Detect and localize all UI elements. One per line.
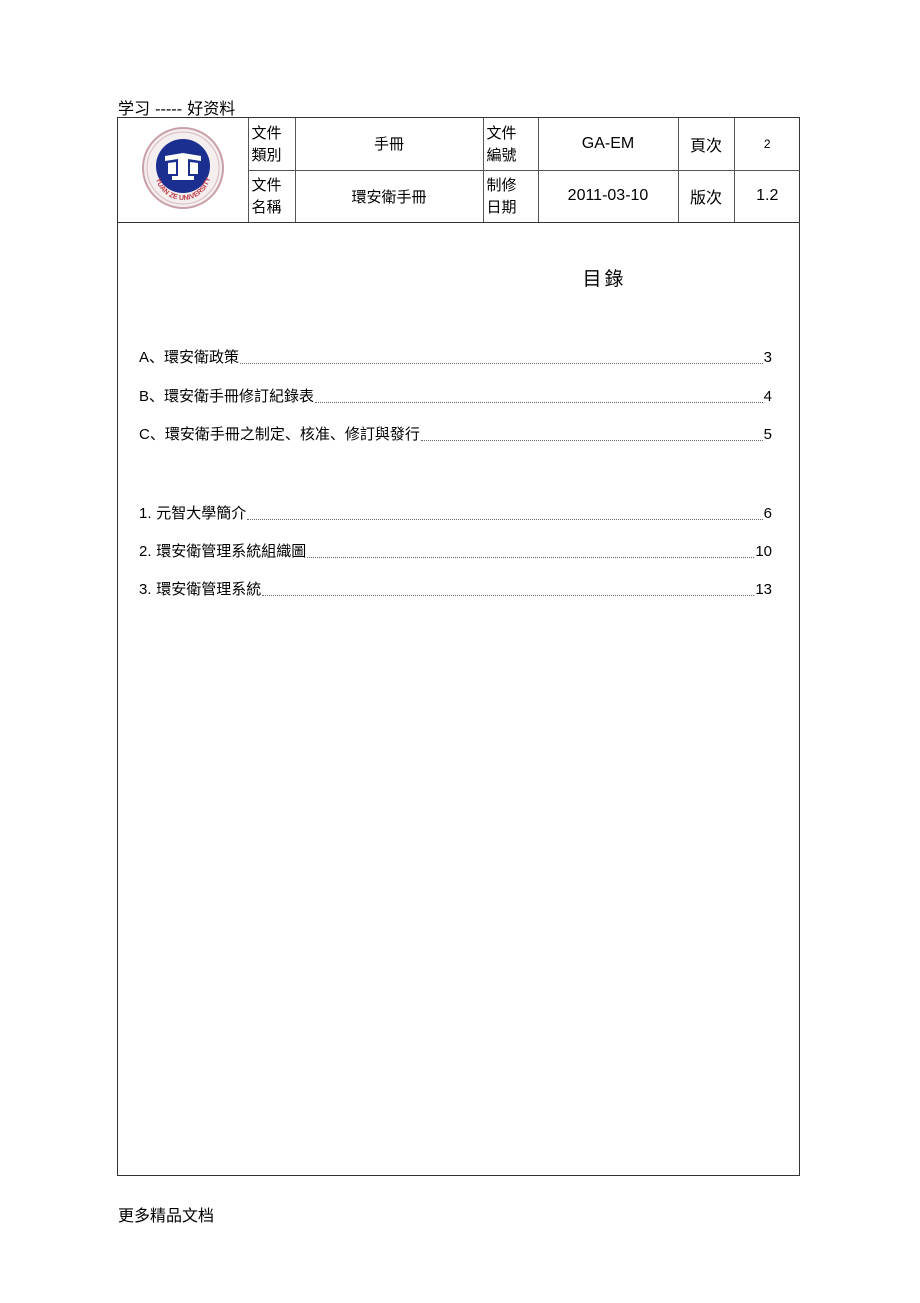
toc-item[interactable]: 1. 元智大學簡介 6 — [139, 503, 772, 524]
toc-leader-dots — [247, 519, 763, 520]
doc-number-label: 文件 編號 — [482, 118, 539, 171]
toc-item[interactable]: C、環安衛手冊之制定、核准、修訂與發行 5 — [139, 424, 772, 445]
version-value: 1.2 — [733, 169, 800, 223]
toc-item-text: 環安衛管理系統組織圖 — [156, 542, 307, 560]
toc-item-text: 環安衛管理系統 — [156, 580, 262, 598]
toc-leader-dots — [240, 363, 763, 364]
toc-page-number: 4 — [763, 388, 772, 405]
version-label: 版次 — [677, 169, 735, 223]
doc-category-label: 文件 類別 — [247, 118, 296, 171]
page-number-value: 2 — [733, 118, 800, 171]
toc-leader-dots — [420, 440, 763, 441]
toc-page-number: 3 — [763, 349, 772, 366]
university-logo-icon: YUAN ZE UNIVERSITY — [141, 126, 224, 209]
toc-item-text: 環安衛手冊之制定、核准、修訂與發行 — [164, 425, 420, 443]
toc-page-number: 6 — [763, 505, 772, 522]
toc-page-number: 10 — [755, 543, 772, 560]
revision-date-value: 2011-03-10 — [537, 169, 679, 223]
doc-name-label: 文件 名稱 — [247, 169, 296, 223]
toc-leader-dots — [315, 402, 763, 403]
document-info-table: YUAN ZE UNIVERSITY 文件 類別 手冊 文件 編號 GA-EM 頁次… — [118, 118, 800, 223]
toc-title: 目錄 — [582, 268, 627, 290]
toc-page-number: 5 — [763, 426, 772, 443]
revision-date-label: 制修 日期 — [482, 169, 539, 223]
logo-cell: YUAN ZE UNIVERSITY — [118, 118, 249, 223]
toc-page-number: 13 — [755, 581, 772, 598]
toc-item[interactable]: B、環安衛手冊修訂紀錄表 4 — [139, 386, 772, 407]
table-bottom-border — [118, 222, 799, 223]
document-frame: YUAN ZE UNIVERSITY 文件 類別 手冊 文件 編號 GA-EM 頁次… — [117, 117, 800, 1176]
toc-item[interactable]: 3. 環安衛管理系統 13 — [139, 579, 772, 600]
toc-item-text: 環安衛手冊修訂紀錄表 — [164, 387, 315, 405]
toc-item-text: 元智大學簡介 — [156, 504, 247, 522]
page-number-label: 頁次 — [677, 118, 735, 171]
toc-item[interactable]: 2. 環安衛管理系統組織圖 10 — [139, 541, 772, 562]
page-header-note: 学习 ----- 好资料 — [118, 99, 236, 118]
doc-category-value: 手冊 — [294, 118, 484, 171]
toc-item-text: 環安衛政策 — [164, 348, 240, 366]
toc-item[interactable]: A、環安衛政策 3 — [139, 347, 772, 368]
doc-name-value: 環安衛手冊 — [294, 169, 484, 223]
page-footer-note: 更多精品文档 — [118, 1206, 215, 1225]
toc-leader-dots — [262, 595, 755, 596]
doc-number-value: GA-EM — [537, 118, 679, 171]
toc-leader-dots — [307, 557, 755, 558]
